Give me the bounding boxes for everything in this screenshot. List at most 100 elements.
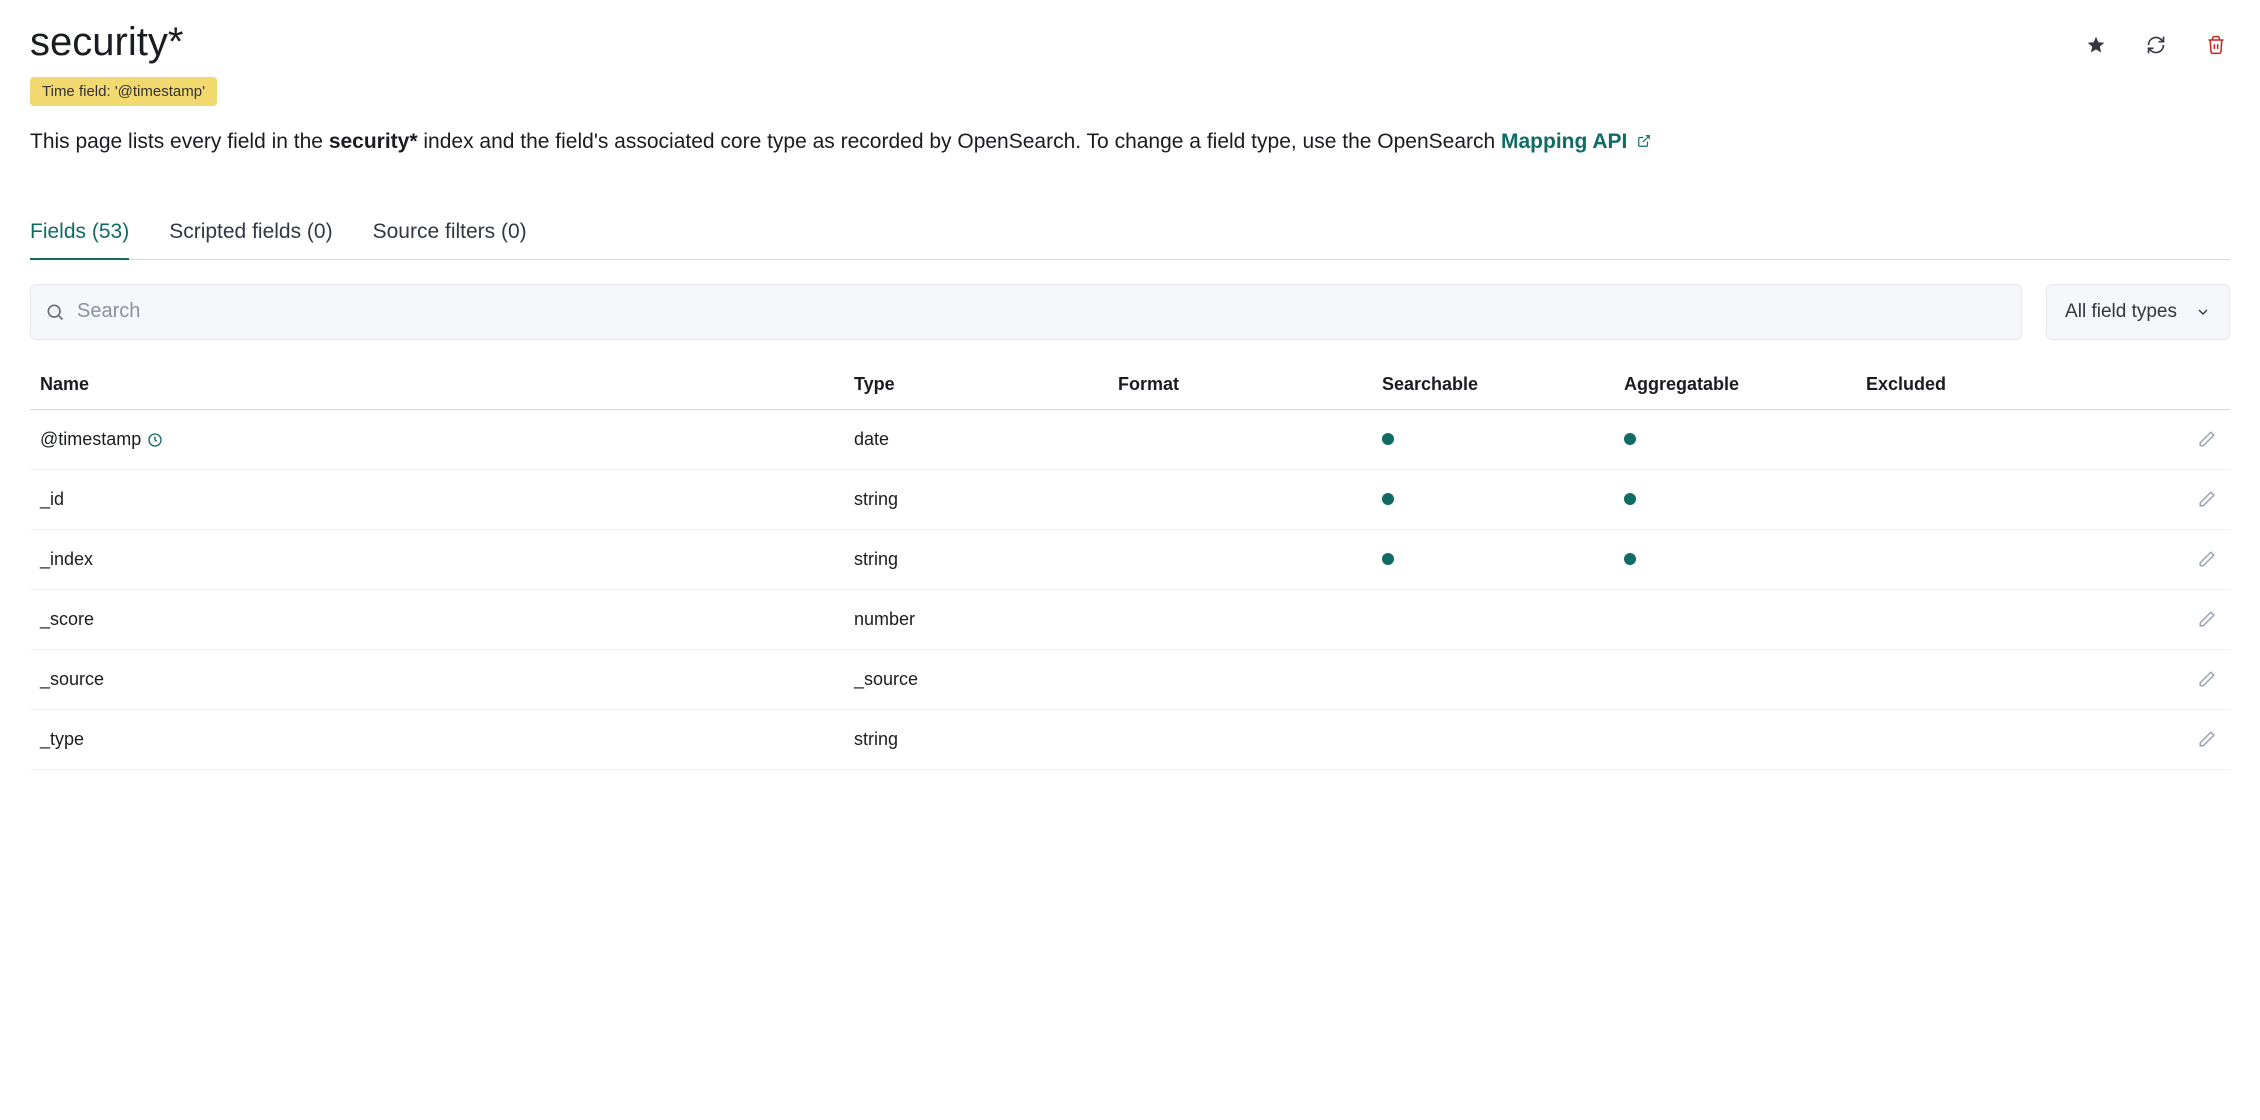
cell-format bbox=[1108, 469, 1372, 529]
dot-indicator bbox=[1382, 493, 1394, 505]
cell-searchable bbox=[1372, 649, 1614, 709]
cell-aggregatable bbox=[1614, 469, 1856, 529]
edit-field-button[interactable] bbox=[2194, 426, 2220, 452]
page-description: This page lists every field in the secur… bbox=[30, 126, 2230, 159]
clock-icon bbox=[147, 432, 163, 448]
col-header-excluded[interactable]: Excluded bbox=[1856, 360, 2098, 410]
mapping-api-link-text: Mapping API bbox=[1501, 130, 1627, 153]
edit-field-button[interactable] bbox=[2194, 546, 2220, 572]
search-box[interactable] bbox=[30, 284, 2022, 340]
col-header-name[interactable]: Name bbox=[30, 360, 844, 410]
cell-name: _source bbox=[30, 649, 844, 709]
dot-indicator bbox=[1382, 433, 1394, 445]
cell-type: _source bbox=[844, 649, 1108, 709]
dot-indicator bbox=[1624, 493, 1636, 505]
col-header-aggregatable[interactable]: Aggregatable bbox=[1614, 360, 1856, 410]
cell-searchable bbox=[1372, 589, 1614, 649]
star-icon bbox=[2086, 35, 2106, 55]
desc-prefix: This page lists every field in the bbox=[30, 130, 329, 153]
cell-edit bbox=[2098, 529, 2230, 589]
table-row: _source_source bbox=[30, 649, 2230, 709]
cell-type: string bbox=[844, 469, 1108, 529]
pencil-icon bbox=[2198, 430, 2216, 448]
table-row: _idstring bbox=[30, 469, 2230, 529]
edit-field-button[interactable] bbox=[2194, 726, 2220, 752]
cell-name: _id bbox=[30, 469, 844, 529]
cell-excluded bbox=[1856, 409, 2098, 469]
external-link-icon bbox=[1637, 134, 1651, 148]
cell-format bbox=[1108, 409, 1372, 469]
trash-icon bbox=[2206, 34, 2226, 56]
cell-type: string bbox=[844, 709, 1108, 769]
table-row: _scorenumber bbox=[30, 589, 2230, 649]
cell-excluded bbox=[1856, 529, 2098, 589]
tab-fields[interactable]: Fields (53) bbox=[30, 210, 129, 260]
col-header-searchable[interactable]: Searchable bbox=[1372, 360, 1614, 410]
table-row: _typestring bbox=[30, 709, 2230, 769]
col-header-edit bbox=[2098, 360, 2230, 410]
cell-aggregatable bbox=[1614, 409, 1856, 469]
chevron-down-icon bbox=[2195, 304, 2211, 320]
edit-field-button[interactable] bbox=[2194, 666, 2220, 692]
refresh-icon bbox=[2146, 35, 2166, 55]
cell-name: _index bbox=[30, 529, 844, 589]
tab-source-filters[interactable]: Source filters (0) bbox=[373, 210, 527, 260]
header-actions bbox=[2082, 20, 2230, 60]
cell-excluded bbox=[1856, 469, 2098, 529]
cell-edit bbox=[2098, 589, 2230, 649]
cell-name: _score bbox=[30, 589, 844, 649]
col-header-type[interactable]: Type bbox=[844, 360, 1108, 410]
delete-button[interactable] bbox=[2202, 30, 2230, 60]
cell-searchable bbox=[1372, 529, 1614, 589]
pencil-icon bbox=[2198, 490, 2216, 508]
pencil-icon bbox=[2198, 730, 2216, 748]
cell-format bbox=[1108, 649, 1372, 709]
pencil-icon bbox=[2198, 610, 2216, 628]
dot-indicator bbox=[1382, 553, 1394, 565]
pencil-icon bbox=[2198, 670, 2216, 688]
dot-indicator bbox=[1624, 553, 1636, 565]
cell-format bbox=[1108, 709, 1372, 769]
field-type-select[interactable]: All field types bbox=[2046, 284, 2230, 340]
cell-excluded bbox=[1856, 649, 2098, 709]
cell-edit bbox=[2098, 709, 2230, 769]
cell-searchable bbox=[1372, 469, 1614, 529]
search-input[interactable] bbox=[75, 299, 2007, 324]
page-header: security* bbox=[30, 20, 2230, 77]
pencil-icon bbox=[2198, 550, 2216, 568]
cell-excluded bbox=[1856, 709, 2098, 769]
cell-name: @timestamp bbox=[30, 409, 844, 469]
cell-aggregatable bbox=[1614, 589, 1856, 649]
cell-searchable bbox=[1372, 409, 1614, 469]
cell-edit bbox=[2098, 469, 2230, 529]
cell-aggregatable bbox=[1614, 529, 1856, 589]
cell-type: date bbox=[844, 409, 1108, 469]
edit-field-button[interactable] bbox=[2194, 606, 2220, 632]
fields-table: Name Type Format Searchable Aggregatable… bbox=[30, 360, 2230, 770]
cell-searchable bbox=[1372, 709, 1614, 769]
search-icon bbox=[45, 302, 65, 322]
cell-type: number bbox=[844, 589, 1108, 649]
desc-middle: index and the field's associated core ty… bbox=[418, 130, 1501, 153]
refresh-button[interactable] bbox=[2142, 31, 2170, 59]
tabs: Fields (53) Scripted fields (0) Source f… bbox=[30, 209, 2230, 260]
star-button[interactable] bbox=[2082, 31, 2110, 59]
tab-scripted-fields[interactable]: Scripted fields (0) bbox=[169, 210, 332, 260]
cell-format bbox=[1108, 529, 1372, 589]
time-field-badge: Time field: '@timestamp' bbox=[30, 77, 217, 106]
cell-edit bbox=[2098, 409, 2230, 469]
field-type-select-label: All field types bbox=[2065, 301, 2177, 323]
cell-name: _type bbox=[30, 709, 844, 769]
table-header-row: Name Type Format Searchable Aggregatable… bbox=[30, 360, 2230, 410]
desc-index-name: security* bbox=[329, 130, 418, 153]
cell-type: string bbox=[844, 529, 1108, 589]
edit-field-button[interactable] bbox=[2194, 486, 2220, 512]
cell-excluded bbox=[1856, 589, 2098, 649]
cell-aggregatable bbox=[1614, 649, 1856, 709]
cell-edit bbox=[2098, 649, 2230, 709]
page-title: security* bbox=[30, 20, 183, 65]
dot-indicator bbox=[1624, 433, 1636, 445]
mapping-api-link[interactable]: Mapping API bbox=[1501, 130, 1651, 153]
filter-row: All field types bbox=[30, 284, 2230, 340]
col-header-format[interactable]: Format bbox=[1108, 360, 1372, 410]
